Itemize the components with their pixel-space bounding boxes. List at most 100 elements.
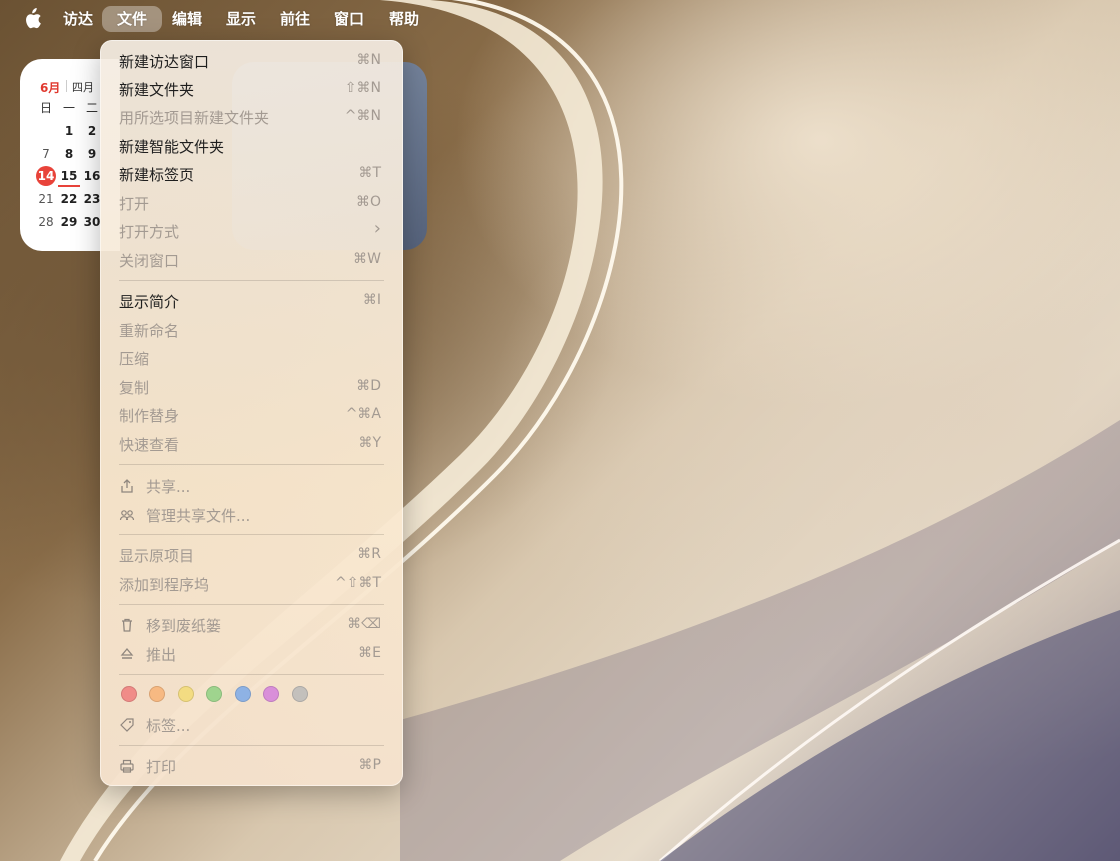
tag-color-gray[interactable]	[292, 686, 308, 702]
menu-item-duplicate[interactable]: 复制 ⌘D	[100, 373, 403, 401]
menu-item-label: 标签...	[146, 717, 191, 735]
menu-item-label: 移到废纸篓	[146, 617, 222, 635]
menu-item-show-original[interactable]: 显示原项目 ⌘R	[100, 541, 403, 569]
calendar-day-today: 14	[36, 166, 56, 186]
calendar-day: 28	[38, 215, 54, 229]
menu-item-label: 复制	[119, 379, 150, 397]
menu-item-shortcut: ⌘D	[356, 378, 381, 394]
menu-item-label: 用所选项目新建文件夹	[119, 109, 270, 127]
menu-file[interactable]: 文件	[102, 6, 163, 32]
weekday-header: 日	[39, 101, 52, 115]
menu-item-close-window[interactable]: 关闭窗口 ⌘W	[100, 246, 403, 274]
menu-go[interactable]: 前往	[280, 6, 310, 32]
menu-item-label: 打开	[119, 195, 150, 213]
menu-item-compress[interactable]: 压缩	[100, 344, 403, 372]
calendar-day: 29	[60, 215, 78, 229]
menu-item-new-finder-window[interactable]: 新建访达窗口 ⌘N	[100, 47, 403, 75]
menu-item-label: 打开方式	[119, 223, 180, 241]
trash-icon	[122, 618, 132, 632]
menu-item-label: 添加到程序坞	[119, 576, 210, 594]
menu-item-move-to-trash[interactable]: 移到废纸篓 ⌘⌫	[100, 611, 403, 639]
menu-item-tags[interactable]: 标签...	[100, 711, 403, 739]
menu-item-label: 显示简介	[119, 293, 180, 311]
calendar-day: 21	[38, 192, 54, 206]
menu-item-label: 新建智能文件夹	[119, 138, 225, 156]
menu-item-new-smart-folder[interactable]: 新建智能文件夹	[100, 132, 403, 160]
menu-item-manage-shared-files[interactable]: 管理共享文件...	[100, 501, 403, 529]
menu-item-make-alias[interactable]: 制作替身 ^⌘A	[100, 401, 403, 429]
menu-item-open-with[interactable]: 打开方式 ›	[100, 217, 403, 245]
menu-item-add-to-dock[interactable]: 添加到程序坞 ^⇧⌘T	[100, 570, 403, 598]
menu-item-label: 新建文件夹	[119, 81, 195, 99]
menu-item-label: 共享...	[146, 478, 191, 496]
menu-item-shortcut: ⌘⌫	[347, 616, 381, 632]
menu-item-label: 关闭窗口	[119, 252, 180, 270]
menu-item-print[interactable]: 打印 ⌘P	[100, 752, 403, 780]
menu-item-label: 重新命名	[119, 322, 180, 340]
calendar-day: 22	[60, 192, 78, 206]
menu-item-label: 显示原项目	[119, 547, 195, 565]
menu-separator	[119, 674, 384, 675]
menu-item-shortcut: ⌘I	[362, 292, 381, 308]
menu-item-label: 推出	[146, 646, 177, 664]
file-menu-dropdown: 新建访达窗口 ⌘N 新建文件夹 ⇧⌘N 用所选项目新建文件夹 ^⌘N 新建智能文…	[100, 40, 403, 786]
tag-icon	[120, 718, 134, 732]
menu-item-shortcut: ⌘O	[355, 194, 381, 210]
printer-icon	[120, 759, 134, 773]
calendar-day: 7	[42, 147, 50, 161]
menu-separator	[119, 604, 384, 605]
eject-icon	[120, 647, 134, 659]
weekday-header: 一	[62, 101, 75, 115]
menu-item-shortcut: ⌘N	[356, 52, 381, 68]
menu-view[interactable]: 显示	[226, 6, 256, 32]
menu-item-label: 打印	[146, 758, 177, 776]
menu-item-rename[interactable]: 重新命名	[100, 316, 403, 344]
menu-separator	[119, 745, 384, 746]
menu-edit[interactable]: 编辑	[172, 6, 202, 32]
menu-window[interactable]: 窗口	[334, 6, 364, 32]
menu-separator	[119, 464, 384, 465]
share-icon	[121, 479, 133, 493]
chevron-right-icon: ›	[373, 218, 381, 239]
menu-help[interactable]: 帮助	[389, 6, 419, 32]
apple-logo-icon[interactable]	[22, 8, 42, 30]
tag-color-purple[interactable]	[263, 686, 279, 702]
menu-item-shortcut: ^⇧⌘T	[334, 575, 381, 591]
menu-item-new-folder-with-selection[interactable]: 用所选项目新建文件夹 ^⌘N	[100, 103, 403, 131]
menu-item-label: 制作替身	[119, 407, 180, 425]
tag-color-red[interactable]	[121, 686, 137, 702]
menu-item-shortcut: ⇧⌘N	[344, 80, 381, 96]
tag-color-green[interactable]	[206, 686, 222, 702]
menu-item-shortcut: ^⌘N	[344, 108, 381, 124]
people-icon	[119, 510, 135, 521]
menu-item-shortcut: ^⌘A	[345, 406, 381, 422]
menu-item-shortcut: ⌘Y	[358, 435, 381, 451]
menu-item-eject[interactable]: 推出 ⌘E	[100, 640, 403, 668]
calendar-day: 8	[64, 147, 74, 161]
menu-item-share[interactable]: 共享...	[100, 472, 403, 500]
menu-item-shortcut: ⌘E	[358, 645, 381, 661]
calendar-month: 6月	[40, 81, 61, 95]
tag-color-yellow[interactable]	[178, 686, 194, 702]
menu-separator	[119, 534, 384, 535]
calendar-lunar-month: 四月	[72, 81, 94, 94]
menu-item-new-tab[interactable]: 新建标签页 ⌘T	[100, 160, 403, 188]
menu-item-shortcut: ⌘W	[353, 251, 381, 267]
menu-item-new-folder[interactable]: 新建文件夹 ⇧⌘N	[100, 75, 403, 103]
menu-finder[interactable]: 访达	[63, 6, 93, 32]
divider	[66, 80, 67, 92]
menu-item-open[interactable]: 打开 ⌘O	[100, 189, 403, 217]
menu-item-quick-look[interactable]: 快速查看 ⌘Y	[100, 430, 403, 458]
menu-item-label: 压缩	[119, 350, 150, 368]
menu-item-shortcut: ⌘P	[358, 757, 381, 773]
menu-item-shortcut: ⌘R	[357, 546, 381, 562]
tag-color-blue[interactable]	[235, 686, 251, 702]
menu-bar: 访达 文件 编辑 显示 前往 窗口 帮助	[0, 0, 1120, 38]
calendar-day: 1	[64, 124, 74, 138]
menu-item-get-info[interactable]: 显示简介 ⌘I	[100, 287, 403, 315]
menu-item-label: 新建标签页	[119, 166, 195, 184]
menu-separator	[119, 280, 384, 281]
calendar-day: 15	[58, 167, 80, 187]
menu-item-label: 新建访达窗口	[119, 53, 210, 71]
tag-color-orange[interactable]	[149, 686, 165, 702]
